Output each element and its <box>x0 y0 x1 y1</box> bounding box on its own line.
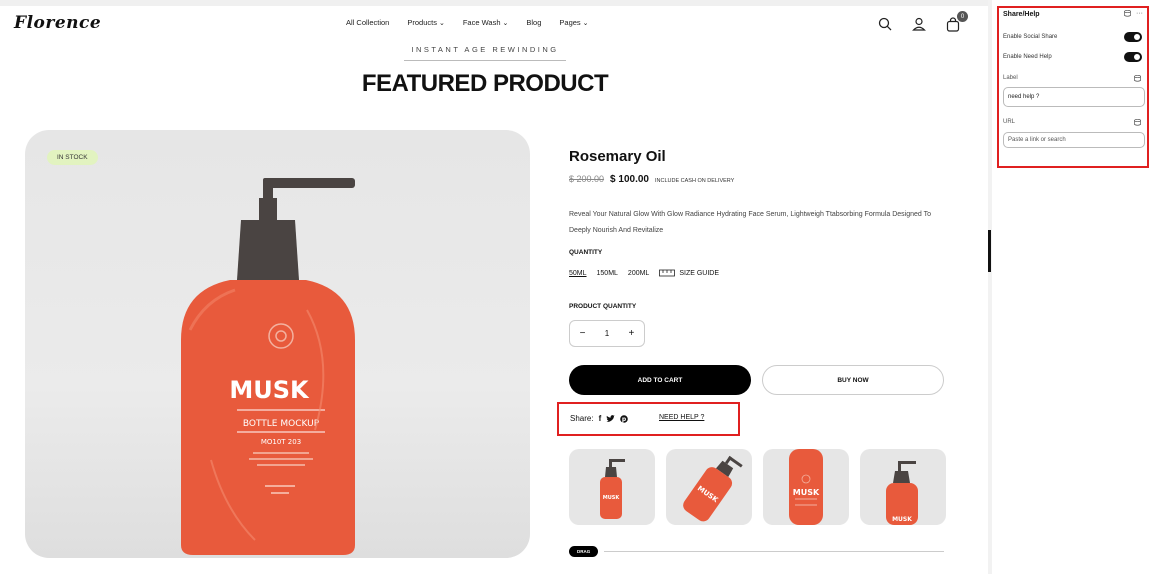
thumbnail-4[interactable]: MUSK <box>860 449 946 525</box>
nav-label: Face Wash <box>462 18 501 27</box>
nav-label: Products <box>407 18 437 27</box>
search-icon[interactable] <box>876 15 894 33</box>
section-title: FEATURED PRODUCT <box>361 70 609 97</box>
share-row: Share: f p <box>570 414 629 423</box>
size-option-50ml[interactable]: 50ML <box>569 270 587 277</box>
size-option-200ml[interactable]: 200ML <box>628 270 649 277</box>
price-note: INCLUDE CASH ON DELIVERY <box>654 178 735 184</box>
cart-icon[interactable]: 0 <box>944 11 968 33</box>
bottle-illustration: MUSK BOTTLE MOCKUP MO10T 203 <box>181 178 355 555</box>
database-icon[interactable] <box>1124 10 1131 17</box>
drag-track <box>604 551 944 552</box>
scrollbar-thumb[interactable] <box>988 230 991 272</box>
header-icons: 0 <box>876 11 968 33</box>
product-description: Reveal Your Natural Glow With Glow Radia… <box>569 211 931 234</box>
thumb-brand: MUSK <box>603 495 621 501</box>
drag-handle[interactable]: DRAG <box>569 546 599 557</box>
nav-item-products[interactable]: Products ⌄ <box>407 18 444 27</box>
nav-item-blog[interactable]: Blog <box>526 18 541 27</box>
label-input[interactable]: need help ? <box>1003 87 1145 107</box>
chevron-down-icon: ⌄ <box>582 20 589 27</box>
size-option-150ml[interactable]: 150ML <box>597 270 618 277</box>
nav-label: Blog <box>526 18 542 27</box>
nav-item-all-collection[interactable]: All Collection <box>346 18 389 27</box>
image-code-text: MO10T 203 <box>261 438 301 446</box>
section-eyebrow: INSTANT AGE REWINDING <box>404 45 566 61</box>
quantity-stepper: − 1 + <box>569 320 645 347</box>
product-quantity-label: PRODUCT QUANTITY <box>569 303 637 310</box>
ruler-icon <box>659 269 676 277</box>
scrollbar-track[interactable] <box>988 0 992 574</box>
product-thumbnails: MUSK MUSK MUSK MUSK <box>569 449 946 525</box>
url-input[interactable]: Paste a link or search <box>1003 132 1145 148</box>
share-label: Share: <box>570 414 594 423</box>
facebook-icon[interactable]: f <box>599 414 602 423</box>
database-icon[interactable] <box>1134 119 1141 126</box>
main-nav: All Collection Products ⌄ Face Wash ⌄ Blog… <box>346 18 589 27</box>
url-field-title: URL <box>1003 119 1016 125</box>
increase-quantity-button[interactable]: + <box>629 328 635 339</box>
sale-price: $ 100.00 <box>610 174 649 185</box>
thumbnail-2[interactable]: MUSK <box>666 449 752 525</box>
enable-need-help-label: Enable Need Help <box>1003 54 1052 60</box>
nav-label: All Collection <box>346 18 390 27</box>
product-main-image[interactable]: IN STOCK MUSK BOTTLE MOCKUP MO10T 203 <box>25 130 530 558</box>
panel-header-icons: ··· <box>1124 10 1143 17</box>
add-to-cart-button[interactable]: ADD TO CART <box>569 365 751 395</box>
share-help-settings-panel: Share/Help ··· Enable Social Share Enabl… <box>997 6 1149 168</box>
image-subtitle-text: BOTTLE MOCKUP <box>243 419 320 429</box>
panel-title: Share/Help <box>1003 11 1040 18</box>
size-options: 50ML 150ML 200ML SIZE GUIDE <box>569 269 719 277</box>
original-price: $ 200.00 <box>569 174 605 184</box>
twitter-icon[interactable] <box>606 414 615 423</box>
product-name: Rosemary Oil <box>569 148 666 165</box>
pinterest-icon[interactable]: p <box>620 414 629 423</box>
stock-badge: IN STOCK <box>47 150 98 165</box>
need-help-toggle[interactable] <box>1124 52 1142 62</box>
buy-now-button[interactable]: BUY NOW <box>762 365 944 395</box>
need-help-link[interactable]: NEED HELP ? <box>659 414 704 421</box>
image-brand-text: MUSK <box>229 376 310 404</box>
enable-social-share-label: Enable Social Share <box>1003 34 1058 40</box>
nav-label: Pages <box>559 18 581 27</box>
label-field-title: Label <box>1003 75 1018 81</box>
size-guide-link[interactable]: SIZE GUIDE <box>659 269 719 277</box>
thumb-brand: MUSK <box>892 516 912 523</box>
thumb-brand: MUSK <box>793 488 820 497</box>
decrease-quantity-button[interactable]: − <box>580 328 586 339</box>
chevron-down-icon: ⌄ <box>438 20 445 27</box>
thumbnail-3[interactable]: MUSK <box>763 449 849 525</box>
nav-item-face-wash[interactable]: Face Wash ⌄ <box>463 18 509 27</box>
nav-item-pages[interactable]: Pages ⌄ <box>559 18 588 27</box>
size-guide-label: SIZE GUIDE <box>679 269 720 277</box>
quantity-label: QUANTITY <box>569 249 603 256</box>
social-share-toggle[interactable] <box>1124 32 1142 42</box>
more-options-icon[interactable]: ··· <box>1136 10 1143 17</box>
thumbnail-1[interactable]: MUSK <box>569 449 655 525</box>
page: Florence All Collection Products ⌄ Face W… <box>0 0 1152 574</box>
cart-count-badge: 0 <box>957 11 968 22</box>
site-header: Florence All Collection Products ⌄ Face W… <box>0 6 990 40</box>
price-row: $ 200.00 $ 100.00 INCLUDE CASH ON DELIVE… <box>569 174 734 185</box>
user-icon[interactable] <box>910 15 928 33</box>
database-icon[interactable] <box>1134 75 1141 82</box>
chevron-down-icon: ⌄ <box>502 20 509 27</box>
quantity-value[interactable]: 1 <box>605 329 609 338</box>
svg-text:p: p <box>622 416 627 423</box>
site-logo[interactable]: Florence <box>14 13 101 33</box>
